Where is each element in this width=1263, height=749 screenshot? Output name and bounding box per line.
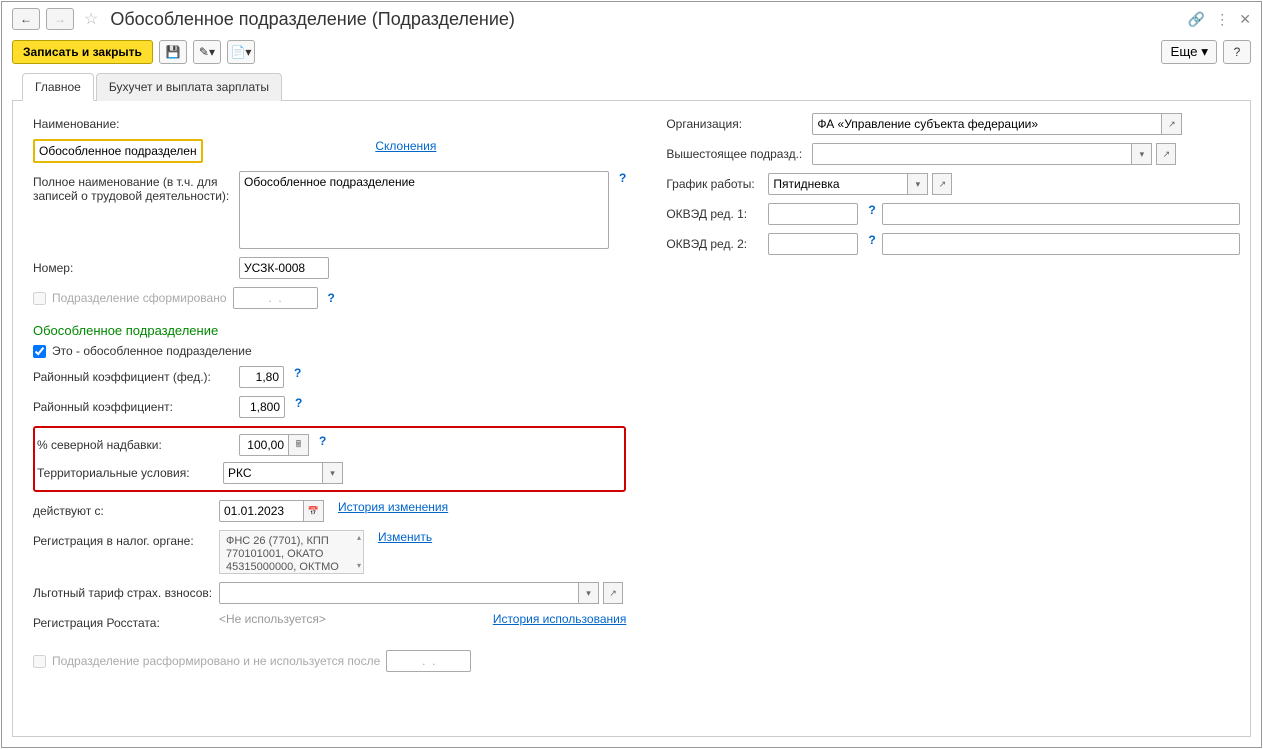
formed-checkbox [33,292,46,305]
close-icon[interactable]: ✕ [1239,11,1251,28]
coef-input[interactable] [239,396,285,418]
formed-label: Подразделение сформировано [52,291,227,305]
schedule-open-icon[interactable]: ↗ [932,173,952,195]
favorite-icon[interactable]: ☆ [84,9,98,29]
usage-history-link[interactable]: История использования [493,612,627,626]
parent-dropdown-icon[interactable]: ▾ [1132,143,1152,165]
disbanded-checkbox [33,655,46,668]
number-input[interactable] [239,257,329,279]
window-title: Обособленное подразделение (Подразделени… [110,9,1181,30]
tarif-label: Льготный тариф страх. взносов: [33,582,213,600]
terr-select[interactable] [223,462,323,484]
is-separate-checkbox[interactable] [33,345,46,358]
schedule-dropdown-icon[interactable]: ▾ [908,173,928,195]
history-link[interactable]: История изменения [338,500,448,514]
parent-label: Вышестоящее подразд.: [666,143,806,161]
help-okved2-icon[interactable]: ? [868,233,875,247]
copy-button[interactable]: 📄▾ [227,40,255,64]
fullname-label: Полное наименование (в т.ч. для записей … [33,171,233,203]
help-coef-icon[interactable]: ? [295,396,302,410]
org-input[interactable] [812,113,1162,135]
tarif-input[interactable] [219,582,579,604]
is-separate-label: Это - обособленное подразделение [52,344,252,358]
tax-reg-value: ФНС 26 (7701), КПП 770101001, ОКАТО 4531… [219,530,364,574]
rosstat-value: <Не используется> [219,612,326,626]
org-open-icon[interactable]: ↗ [1162,113,1182,135]
save-button[interactable]: 💾 [159,40,187,64]
tab-accounting[interactable]: Бухучет и выплата зарплаты [96,73,282,101]
section-title: Обособленное подразделение [33,323,626,338]
number-label: Номер: [33,257,233,275]
coef-fed-input[interactable] [239,366,284,388]
schedule-input[interactable] [768,173,908,195]
terr-label: Территориальные условия: [37,462,217,480]
name-label: Наименование: [33,113,233,131]
north-pct-label: % северной надбавки: [37,434,233,452]
okved2-name-input[interactable] [882,233,1240,255]
okved1-label: ОКВЭД ред. 1: [666,203,762,221]
tarif-dropdown-icon[interactable]: ▾ [579,582,599,604]
tarif-open-icon[interactable]: ↗ [603,582,623,604]
change-link[interactable]: Изменить [378,530,432,544]
more-button[interactable]: Еще ▾ [1161,40,1217,64]
help-formed-icon[interactable]: ? [328,291,335,305]
nav-forward-button: → [46,8,74,30]
okved1-code-input[interactable] [768,203,858,225]
north-pct-input[interactable] [239,434,289,456]
okved2-label: ОКВЭД ред. 2: [666,233,762,251]
parent-open-icon[interactable]: ↗ [1156,143,1176,165]
rosstat-label: Регистрация Росстата: [33,612,213,630]
fullname-input[interactable] [239,171,609,249]
help-button[interactable]: ? [1223,40,1251,64]
help-coef-fed-icon[interactable]: ? [294,366,301,380]
disbanded-label: Подразделение расформировано и не исполь… [52,654,380,668]
tab-main[interactable]: Главное [22,73,94,101]
formed-date-input [233,287,318,309]
tax-reg-label: Регистрация в налог. органе: [33,530,213,548]
help-okved1-icon[interactable]: ? [868,203,875,217]
kebab-menu-icon[interactable]: ⋮ [1215,11,1229,28]
coef-label: Районный коэффициент: [33,396,233,414]
okved1-name-input[interactable] [882,203,1240,225]
terr-dropdown-icon[interactable]: ▾ [323,462,343,484]
valid-from-input[interactable] [219,500,304,522]
nav-back-button[interactable]: ← [12,8,40,30]
calendar-icon[interactable]: 📅 [304,500,324,522]
name-input[interactable] [33,139,203,163]
calculator-icon[interactable]: 🖩 [289,434,309,456]
help-north-icon[interactable]: ? [319,434,326,448]
schedule-label: График работы: [666,173,762,191]
save-close-button[interactable]: Записать и закрыть [12,40,153,64]
edit-button[interactable]: ✎▾ [193,40,221,64]
parent-input[interactable] [812,143,1132,165]
link-icon[interactable]: 🔗 [1188,11,1205,28]
org-label: Организация: [666,113,806,131]
declensions-link[interactable]: Склонения [375,139,436,153]
coef-fed-label: Районный коэффициент (фед.): [33,366,233,384]
valid-from-label: действуют с: [33,500,213,518]
okved2-code-input[interactable] [768,233,858,255]
disbanded-date-input [386,650,471,672]
help-fullname-icon[interactable]: ? [619,171,626,185]
